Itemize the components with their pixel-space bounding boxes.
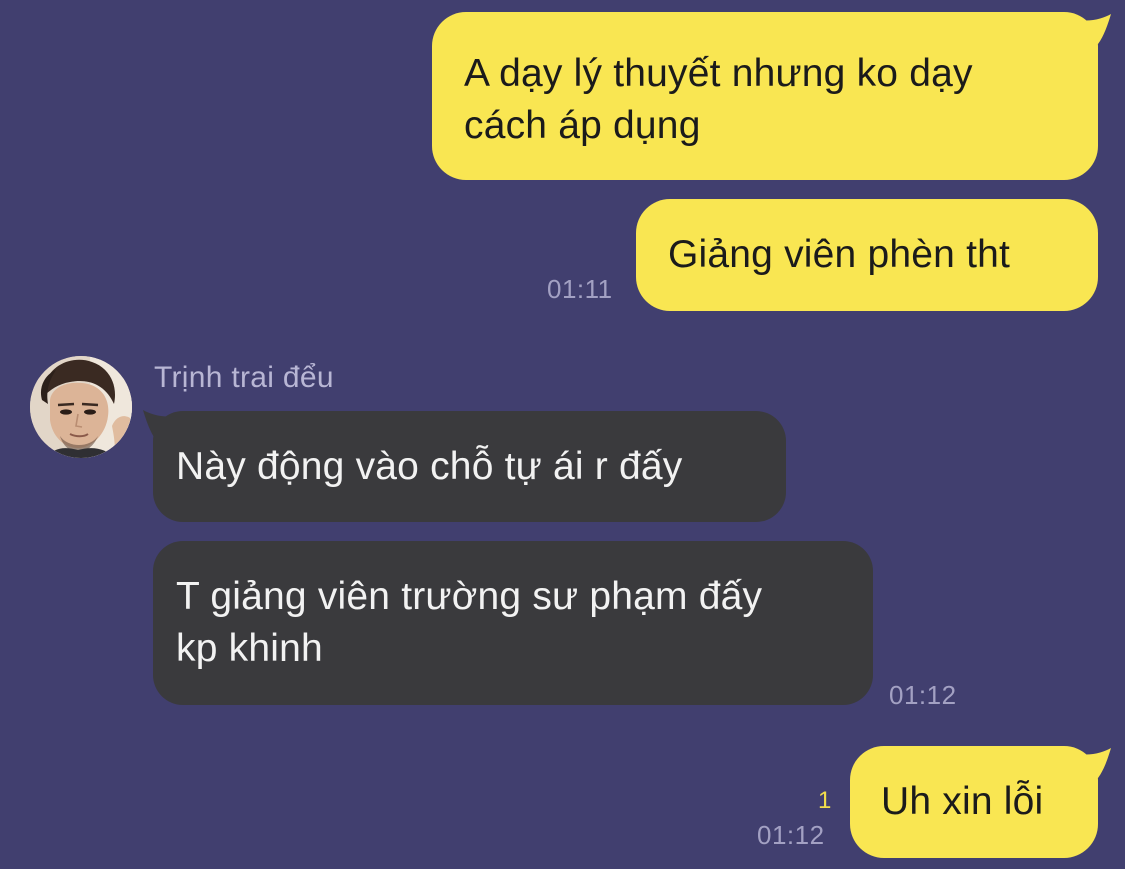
message-text: T giảng viên trường sư phạm đấy kp khinh	[176, 575, 763, 670]
sender-name: Trịnh trai đểu	[154, 361, 334, 394]
outgoing-message-bubble[interactable]: A dạy lý thuyết nhưng ko dạy cách áp dụn…	[432, 12, 1098, 180]
outgoing-message-bubble[interactable]: Giảng viên phèn tht	[636, 199, 1098, 311]
message-text: Giảng viên phèn tht	[668, 233, 1011, 276]
message-text: Uh xin lỗi	[881, 780, 1044, 823]
message-text: A dạy lý thuyết nhưng ko dạy cách áp dụn…	[464, 52, 973, 147]
bubble-tail-icon	[143, 410, 176, 440]
message-timestamp: 01:11	[547, 274, 613, 304]
unread-count-indicator: 1	[818, 787, 832, 814]
incoming-message-bubble[interactable]: Này động vào chỗ tự ái r đấy	[153, 411, 786, 522]
avatar-photo-icon	[30, 356, 132, 458]
message-timestamp: 01:12	[757, 820, 825, 850]
outgoing-message-bubble[interactable]: Uh xin lỗi	[850, 746, 1098, 858]
incoming-message-bubble[interactable]: T giảng viên trường sư phạm đấy kp khinh	[153, 541, 873, 705]
bubble-tail-icon	[1078, 14, 1111, 44]
message-text: Này động vào chỗ tự ái r đấy	[176, 445, 683, 488]
contact-avatar[interactable]	[30, 356, 132, 458]
chat-conversation: A dạy lý thuyết nhưng ko dạy cách áp dụn…	[0, 0, 1125, 869]
bubble-tail-icon	[1078, 748, 1111, 778]
message-timestamp: 01:12	[889, 680, 957, 710]
